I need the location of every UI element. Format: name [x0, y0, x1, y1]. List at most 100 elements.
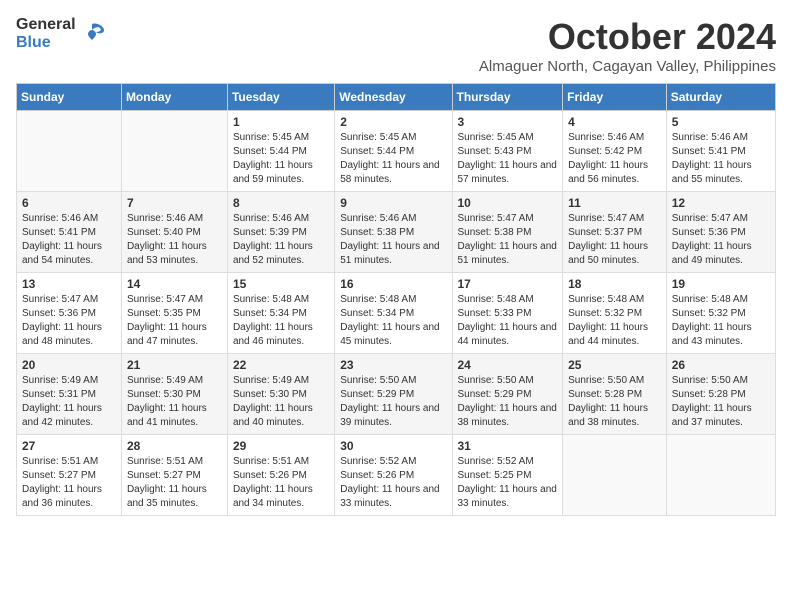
- day-header-friday: Friday: [563, 84, 667, 111]
- cell-info: Sunrise: 5:47 AM Sunset: 5:36 PM Dayligh…: [672, 212, 770, 268]
- month-title: October 2024: [479, 16, 776, 58]
- calendar-cell: 5 Sunrise: 5:46 AM Sunset: 5:41 PM Dayli…: [666, 111, 775, 192]
- day-number: 30: [340, 439, 446, 453]
- calendar-cell: 9 Sunrise: 5:46 AM Sunset: 5:38 PM Dayli…: [335, 192, 452, 273]
- cell-info: Sunrise: 5:46 AM Sunset: 5:41 PM Dayligh…: [672, 131, 770, 187]
- day-number: 25: [568, 358, 661, 372]
- day-number: 19: [672, 277, 770, 291]
- week-row-2: 6 Sunrise: 5:46 AM Sunset: 5:41 PM Dayli…: [17, 192, 776, 273]
- calendar-cell: 24 Sunrise: 5:50 AM Sunset: 5:29 PM Dayl…: [452, 354, 563, 435]
- calendar-cell: 3 Sunrise: 5:45 AM Sunset: 5:43 PM Dayli…: [452, 111, 563, 192]
- calendar-cell: [17, 111, 122, 192]
- cell-info: Sunrise: 5:51 AM Sunset: 5:26 PM Dayligh…: [233, 455, 329, 511]
- cell-info: Sunrise: 5:48 AM Sunset: 5:34 PM Dayligh…: [233, 293, 329, 349]
- cell-info: Sunrise: 5:47 AM Sunset: 5:37 PM Dayligh…: [568, 212, 661, 268]
- day-number: 12: [672, 196, 770, 210]
- calendar-cell: 28 Sunrise: 5:51 AM Sunset: 5:27 PM Dayl…: [121, 435, 227, 516]
- cell-info: Sunrise: 5:47 AM Sunset: 5:35 PM Dayligh…: [127, 293, 222, 349]
- calendar-cell: 4 Sunrise: 5:46 AM Sunset: 5:42 PM Dayli…: [563, 111, 667, 192]
- logo: General Blue: [16, 16, 106, 52]
- day-number: 31: [458, 439, 558, 453]
- calendar-cell: 16 Sunrise: 5:48 AM Sunset: 5:34 PM Dayl…: [335, 273, 452, 354]
- day-number: 26: [672, 358, 770, 372]
- week-row-1: 1 Sunrise: 5:45 AM Sunset: 5:44 PM Dayli…: [17, 111, 776, 192]
- header: General Blue October 2024 Almaguer North…: [16, 16, 776, 75]
- day-number: 4: [568, 115, 661, 129]
- day-header-thursday: Thursday: [452, 84, 563, 111]
- day-number: 5: [672, 115, 770, 129]
- cell-info: Sunrise: 5:50 AM Sunset: 5:29 PM Dayligh…: [340, 374, 446, 430]
- calendar-cell: 23 Sunrise: 5:50 AM Sunset: 5:29 PM Dayl…: [335, 354, 452, 435]
- calendar-cell: 7 Sunrise: 5:46 AM Sunset: 5:40 PM Dayli…: [121, 192, 227, 273]
- calendar-cell: 26 Sunrise: 5:50 AM Sunset: 5:28 PM Dayl…: [666, 354, 775, 435]
- cell-info: Sunrise: 5:50 AM Sunset: 5:29 PM Dayligh…: [458, 374, 558, 430]
- week-row-3: 13 Sunrise: 5:47 AM Sunset: 5:36 PM Dayl…: [17, 273, 776, 354]
- calendar-cell: 15 Sunrise: 5:48 AM Sunset: 5:34 PM Dayl…: [227, 273, 334, 354]
- day-number: 17: [458, 277, 558, 291]
- calendar-cell: 30 Sunrise: 5:52 AM Sunset: 5:26 PM Dayl…: [335, 435, 452, 516]
- cell-info: Sunrise: 5:51 AM Sunset: 5:27 PM Dayligh…: [22, 455, 116, 511]
- cell-info: Sunrise: 5:47 AM Sunset: 5:38 PM Dayligh…: [458, 212, 558, 268]
- week-row-5: 27 Sunrise: 5:51 AM Sunset: 5:27 PM Dayl…: [17, 435, 776, 516]
- calendar-cell: 10 Sunrise: 5:47 AM Sunset: 5:38 PM Dayl…: [452, 192, 563, 273]
- day-number: 15: [233, 277, 329, 291]
- calendar-cell: [666, 435, 775, 516]
- week-row-4: 20 Sunrise: 5:49 AM Sunset: 5:31 PM Dayl…: [17, 354, 776, 435]
- cell-info: Sunrise: 5:48 AM Sunset: 5:32 PM Dayligh…: [568, 293, 661, 349]
- calendar-cell: 19 Sunrise: 5:48 AM Sunset: 5:32 PM Dayl…: [666, 273, 775, 354]
- day-number: 7: [127, 196, 222, 210]
- logo-bird-icon: [78, 20, 106, 48]
- day-number: 2: [340, 115, 446, 129]
- day-number: 20: [22, 358, 116, 372]
- cell-info: Sunrise: 5:52 AM Sunset: 5:25 PM Dayligh…: [458, 455, 558, 511]
- cell-info: Sunrise: 5:45 AM Sunset: 5:43 PM Dayligh…: [458, 131, 558, 187]
- day-header-tuesday: Tuesday: [227, 84, 334, 111]
- day-number: 21: [127, 358, 222, 372]
- calendar-cell: 22 Sunrise: 5:49 AM Sunset: 5:30 PM Dayl…: [227, 354, 334, 435]
- cell-info: Sunrise: 5:49 AM Sunset: 5:30 PM Dayligh…: [233, 374, 329, 430]
- day-number: 29: [233, 439, 329, 453]
- day-number: 14: [127, 277, 222, 291]
- cell-info: Sunrise: 5:46 AM Sunset: 5:41 PM Dayligh…: [22, 212, 116, 268]
- day-number: 18: [568, 277, 661, 291]
- cell-info: Sunrise: 5:50 AM Sunset: 5:28 PM Dayligh…: [672, 374, 770, 430]
- calendar-cell: 11 Sunrise: 5:47 AM Sunset: 5:37 PM Dayl…: [563, 192, 667, 273]
- calendar-cell: 17 Sunrise: 5:48 AM Sunset: 5:33 PM Dayl…: [452, 273, 563, 354]
- cell-info: Sunrise: 5:46 AM Sunset: 5:40 PM Dayligh…: [127, 212, 222, 268]
- cell-info: Sunrise: 5:48 AM Sunset: 5:33 PM Dayligh…: [458, 293, 558, 349]
- cell-info: Sunrise: 5:46 AM Sunset: 5:38 PM Dayligh…: [340, 212, 446, 268]
- calendar-cell: [563, 435, 667, 516]
- calendar-cell: 31 Sunrise: 5:52 AM Sunset: 5:25 PM Dayl…: [452, 435, 563, 516]
- calendar-cell: 14 Sunrise: 5:47 AM Sunset: 5:35 PM Dayl…: [121, 273, 227, 354]
- cell-info: Sunrise: 5:50 AM Sunset: 5:28 PM Dayligh…: [568, 374, 661, 430]
- calendar-cell: 2 Sunrise: 5:45 AM Sunset: 5:44 PM Dayli…: [335, 111, 452, 192]
- cell-info: Sunrise: 5:51 AM Sunset: 5:27 PM Dayligh…: [127, 455, 222, 511]
- day-number: 9: [340, 196, 446, 210]
- day-number: 23: [340, 358, 446, 372]
- calendar-cell: 29 Sunrise: 5:51 AM Sunset: 5:26 PM Dayl…: [227, 435, 334, 516]
- day-header-monday: Monday: [121, 84, 227, 111]
- cell-info: Sunrise: 5:49 AM Sunset: 5:31 PM Dayligh…: [22, 374, 116, 430]
- calendar-cell: 27 Sunrise: 5:51 AM Sunset: 5:27 PM Dayl…: [17, 435, 122, 516]
- day-number: 16: [340, 277, 446, 291]
- header-row: SundayMondayTuesdayWednesdayThursdayFrid…: [17, 84, 776, 111]
- subtitle: Almaguer North, Cagayan Valley, Philippi…: [479, 58, 776, 75]
- day-number: 10: [458, 196, 558, 210]
- calendar-cell: 18 Sunrise: 5:48 AM Sunset: 5:32 PM Dayl…: [563, 273, 667, 354]
- day-number: 6: [22, 196, 116, 210]
- cell-info: Sunrise: 5:45 AM Sunset: 5:44 PM Dayligh…: [233, 131, 329, 187]
- day-number: 24: [458, 358, 558, 372]
- cell-info: Sunrise: 5:49 AM Sunset: 5:30 PM Dayligh…: [127, 374, 222, 430]
- title-section: October 2024 Almaguer North, Cagayan Val…: [479, 16, 776, 75]
- calendar-cell: 21 Sunrise: 5:49 AM Sunset: 5:30 PM Dayl…: [121, 354, 227, 435]
- day-header-wednesday: Wednesday: [335, 84, 452, 111]
- calendar-cell: 8 Sunrise: 5:46 AM Sunset: 5:39 PM Dayli…: [227, 192, 334, 273]
- cell-info: Sunrise: 5:52 AM Sunset: 5:26 PM Dayligh…: [340, 455, 446, 511]
- calendar-cell: 13 Sunrise: 5:47 AM Sunset: 5:36 PM Dayl…: [17, 273, 122, 354]
- day-number: 13: [22, 277, 116, 291]
- calendar-cell: 6 Sunrise: 5:46 AM Sunset: 5:41 PM Dayli…: [17, 192, 122, 273]
- day-number: 11: [568, 196, 661, 210]
- calendar-cell: 1 Sunrise: 5:45 AM Sunset: 5:44 PM Dayli…: [227, 111, 334, 192]
- day-number: 27: [22, 439, 116, 453]
- calendar-cell: 20 Sunrise: 5:49 AM Sunset: 5:31 PM Dayl…: [17, 354, 122, 435]
